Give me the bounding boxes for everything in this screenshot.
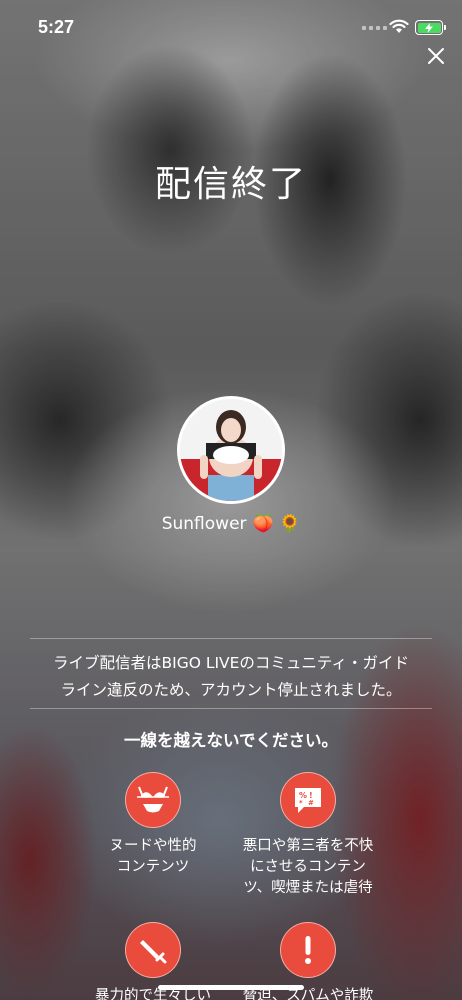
- rule-nudity-label: ヌードや性的 コンテンツ: [63, 836, 243, 878]
- rule-profanity-line3: ツ、喫煙または虐待: [243, 880, 373, 896]
- streamer-name-emojis: 🍑 🌻: [252, 514, 301, 534]
- status-bar: 5:27: [0, 0, 462, 56]
- weapon-icon: [125, 922, 181, 978]
- streamer-avatar-image: [180, 399, 282, 501]
- rule-profanity-line2: にさせるコンテン: [250, 859, 366, 875]
- ban-notice: ライブ配信者はBIGO LIVEのコミュニティ・ガイド ライン違反のため、アカウ…: [20, 650, 442, 704]
- page-title: 配信終了: [154, 164, 307, 205]
- battery-icon: [415, 20, 446, 35]
- streamer-name-text: Sunflower: [161, 514, 247, 534]
- streamer-name: Sunflower 🍑 🌻: [0, 514, 462, 534]
- ban-notice-line1: ライブ配信者はBIGO LIVEのコミュニティ・ガイド: [52, 654, 410, 672]
- rule-nudity-line2: コンテンツ: [116, 859, 190, 875]
- rule-profanity-line1: 悪口や第三者を不快: [242, 838, 374, 854]
- home-indicator[interactable]: [158, 985, 304, 990]
- close-icon[interactable]: [426, 46, 446, 66]
- cellular-signal-icon: [362, 26, 387, 30]
- profanity-icon: % ! * #: [280, 772, 336, 828]
- charging-bolt-icon: [425, 22, 433, 33]
- wifi-icon: [389, 19, 409, 33]
- rule-profanity-label: 悪口や第三者を不快 にさせるコンテン ツ、喫煙または虐待: [218, 836, 398, 899]
- ban-notice-line2: ライン違反のため、アカウント停止されました。: [60, 681, 402, 699]
- rule-nudity-line1: ヌードや性的: [109, 838, 197, 854]
- warning-heading: 一線を越えないでください。: [123, 731, 338, 750]
- rule-nudity: ヌードや性的 コンテンツ: [63, 772, 243, 878]
- exclamation-icon: [280, 922, 336, 978]
- divider-bottom: [30, 708, 432, 709]
- svg-text:*: *: [299, 799, 303, 807]
- divider-top: [30, 638, 432, 639]
- rule-profanity: % ! * # 悪口や第三者を不快 にさせるコンテン ツ、喫煙または虐待: [218, 772, 398, 899]
- svg-text:#: #: [308, 799, 314, 807]
- status-time: 5:27: [38, 17, 75, 37]
- avatar[interactable]: [177, 396, 285, 504]
- bikini-icon: [125, 772, 181, 828]
